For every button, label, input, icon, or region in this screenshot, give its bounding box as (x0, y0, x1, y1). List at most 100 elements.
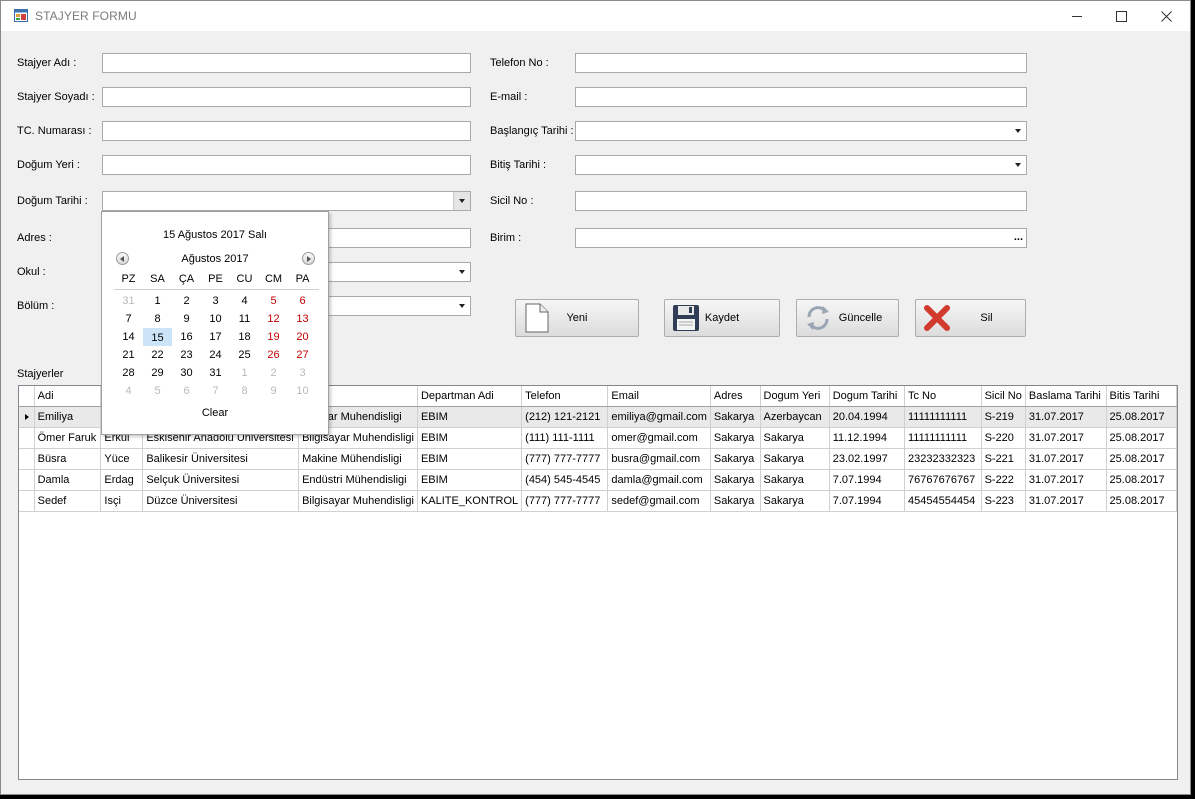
column-header[interactable]: Tc No (904, 386, 982, 407)
table-cell[interactable]: Sakarya (760, 427, 830, 449)
birthdate-calendar-popup[interactable]: 15 Ağustos 2017 Salı Ağustos 2017 PZ SA ÇA… (101, 211, 329, 435)
calendar-day[interactable]: 9 (259, 382, 288, 400)
calendar-day[interactable]: 10 (201, 310, 230, 328)
table-cell[interactable]: 25.08.2017 (1106, 448, 1177, 470)
calendar-day[interactable]: 28 (114, 364, 143, 382)
end-date-picker[interactable] (575, 155, 1027, 175)
calendar-day[interactable]: 18 (230, 328, 259, 346)
maximize-button[interactable] (1098, 1, 1144, 31)
table-cell[interactable]: EBIM (417, 406, 523, 428)
calendar-day[interactable]: 10 (288, 382, 317, 400)
birthplace-input[interactable] (102, 155, 471, 175)
school-dropdown-button[interactable] (454, 263, 470, 281)
calendar-day[interactable]: 9 (172, 310, 201, 328)
row-header[interactable] (19, 448, 35, 470)
calendar-day[interactable]: 20 (288, 328, 317, 346)
table-cell[interactable]: KALITE_KONTROL (417, 490, 523, 512)
interns-grid[interactable]: Adin AdiDepartman AdiTelefonEmailAdresDo… (18, 385, 1178, 780)
calendar-day[interactable]: 29 (143, 364, 172, 382)
delete-button[interactable]: Sil (915, 299, 1026, 337)
table-cell[interactable]: (454) 545-4545 (521, 469, 609, 491)
table-cell[interactable]: Selçuk Üniversitesi (142, 469, 300, 491)
column-header[interactable]: Email (607, 386, 711, 407)
table-cell[interactable]: 7.07.1994 (829, 490, 906, 512)
calendar-day[interactable]: 3 (288, 364, 317, 382)
surname-input[interactable] (102, 87, 471, 107)
table-cell[interactable]: S-219 (981, 406, 1026, 428)
calendar-day[interactable]: 8 (143, 310, 172, 328)
calendar-day[interactable]: 16 (172, 328, 201, 346)
table-cell[interactable]: 31.07.2017 (1025, 490, 1107, 512)
table-cell[interactable]: Sakarya (760, 448, 830, 470)
table-cell[interactable]: Sakarya (710, 490, 761, 512)
table-cell[interactable]: (111) 111-1111 (521, 427, 609, 449)
column-header[interactable]: Dogum Tarihi (829, 386, 906, 407)
row-header[interactable] (19, 406, 35, 428)
table-cell[interactable]: (777) 777-7777 (521, 448, 609, 470)
calendar-month-title[interactable]: Ağustos 2017 (102, 253, 328, 265)
calendar-clear-button[interactable]: Clear (102, 407, 328, 419)
update-button[interactable]: Güncelle (796, 299, 899, 337)
table-cell[interactable]: Bilgisayar Muhendisligi (298, 490, 418, 512)
table-cell[interactable]: 23232332323 (904, 448, 982, 470)
calendar-day[interactable]: 13 (288, 310, 317, 328)
calendar-day[interactable]: 4 (230, 292, 259, 310)
table-cell[interactable]: (212) 121-2121 (521, 406, 609, 428)
table-cell[interactable]: 31.07.2017 (1025, 406, 1107, 428)
column-header[interactable]: Telefon (521, 386, 609, 407)
table-cell[interactable]: emiliya@gmail.com (607, 406, 711, 428)
table-cell[interactable]: Emiliya (34, 406, 102, 428)
table-cell[interactable]: Balikesir Üniversitesi (142, 448, 300, 470)
calendar-day[interactable]: 6 (288, 292, 317, 310)
calendar-day[interactable]: 17 (201, 328, 230, 346)
table-cell[interactable]: Sakarya (760, 490, 830, 512)
calendar-day[interactable]: 8 (230, 382, 259, 400)
table-row[interactable]: Büsra Yüce Balikesir Üniversitesi Makine Mü… (19, 448, 1177, 470)
table-cell[interactable]: Büsra (34, 448, 102, 470)
table-cell[interactable]: 11111111111 (904, 427, 982, 449)
row-header[interactable] (19, 469, 35, 491)
table-cell[interactable]: Damla (34, 469, 102, 491)
start-date-picker[interactable] (575, 121, 1027, 141)
title-bar[interactable]: STAJYER FORMU (1, 1, 1190, 31)
table-cell[interactable]: Ömer Faruk (34, 427, 102, 449)
table-cell[interactable]: 31.07.2017 (1025, 427, 1107, 449)
calendar-day[interactable]: 26 (259, 346, 288, 364)
table-cell[interactable]: 11111111111 (904, 406, 982, 428)
table-cell[interactable]: Sakarya (760, 469, 830, 491)
table-cell[interactable]: 23.02.1997 (829, 448, 906, 470)
calendar-day[interactable]: 19 (259, 328, 288, 346)
table-cell[interactable]: sedef@gmail.com (607, 490, 711, 512)
column-header[interactable]: Baslama Tarihi (1025, 386, 1107, 407)
table-cell[interactable]: 25.08.2017 (1106, 427, 1177, 449)
calendar-day[interactable]: 11 (230, 310, 259, 328)
table-cell[interactable]: omer@gmail.com (607, 427, 711, 449)
calendar-day[interactable]: 31 (201, 364, 230, 382)
table-cell[interactable]: 25.08.2017 (1106, 490, 1177, 512)
table-cell[interactable]: EBIM (417, 469, 523, 491)
table-cell[interactable]: S-223 (981, 490, 1026, 512)
calendar-day[interactable]: 15 (143, 328, 172, 346)
column-header[interactable]: Sicil No (981, 386, 1026, 407)
table-cell[interactable]: Sakarya (710, 406, 761, 428)
table-cell[interactable]: 20.04.1994 (829, 406, 906, 428)
table-cell[interactable]: Sakarya (710, 448, 761, 470)
table-cell[interactable]: Sedef (34, 490, 102, 512)
column-header[interactable]: Adi (34, 386, 102, 407)
birthdate-picker[interactable] (102, 191, 471, 211)
table-row[interactable]: Damla Erdag Selçuk Üniversitesi Endüstri Mü… (19, 469, 1177, 491)
calendar-day[interactable]: 1 (143, 292, 172, 310)
table-cell[interactable]: Azerbaycan (760, 406, 830, 428)
minimize-button[interactable] (1054, 1, 1100, 31)
calendar-day[interactable]: 30 (172, 364, 201, 382)
save-button[interactable]: Kaydet (664, 299, 780, 337)
phone-input[interactable] (575, 53, 1027, 73)
close-button[interactable] (1143, 1, 1189, 31)
table-cell[interactable]: 76767676767 (904, 469, 982, 491)
column-header[interactable]: Departman Adi (417, 386, 523, 407)
column-header[interactable]: Dogum Yeri (760, 386, 830, 407)
birthdate-dropdown-button[interactable] (453, 192, 470, 210)
calendar-day[interactable]: 2 (172, 292, 201, 310)
calendar-day[interactable]: 22 (143, 346, 172, 364)
calendar-day[interactable]: 6 (172, 382, 201, 400)
